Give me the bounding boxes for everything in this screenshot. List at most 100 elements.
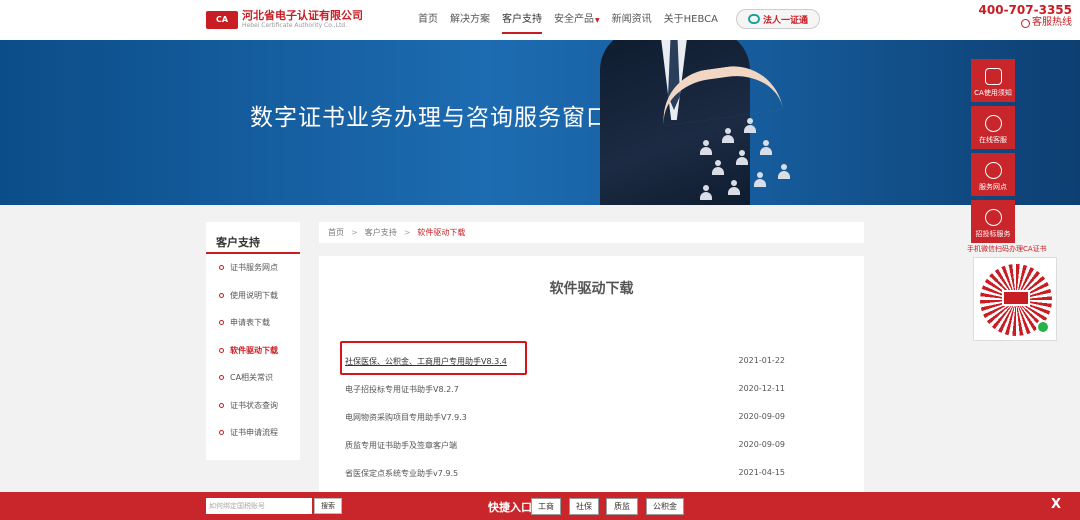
headset-icon [984, 115, 1002, 132]
download-link[interactable]: 电子招投标专用证书助手V8.2.7 [345, 384, 459, 398]
download-panel: 软件驱动下载 社保医保、公积金、工商用户专用助手V8.3.4 2021-01-2… [319, 256, 864, 496]
person-icon [712, 160, 724, 176]
breadcrumb-support[interactable]: 客户支持 [365, 227, 397, 238]
nav-about[interactable]: 关于HEBCA [664, 12, 718, 28]
download-link[interactable]: 质监专用证书助手及签章客户端 [345, 440, 457, 454]
sidebar-item-label: CA相关常识 [230, 373, 274, 383]
download-row: 电子招投标专用证书助手V8.2.7 2020-12-11 [345, 384, 785, 398]
bullet-icon [219, 265, 224, 271]
wechat-icon [1036, 320, 1050, 334]
float-item-label: 招投标服务 [975, 230, 1011, 238]
nav-security-products[interactable]: 安全产品▼ [554, 12, 600, 29]
support-sidebar: 客户支持 证书服务网点 使用说明下载 申请表下载 软件驱动下载 CA相关常识 证… [206, 222, 300, 460]
bottom-quick-bar: 搜索 快捷入口 工商 社保 质监 公积金 X [0, 492, 1080, 520]
link-icon [747, 14, 760, 24]
person-icon [736, 150, 748, 166]
person-icon [744, 118, 756, 134]
person-icon [700, 140, 712, 156]
sidebar-title: 客户支持 [206, 222, 300, 254]
sidebar-item-label: 证书申请流程 [230, 428, 278, 438]
float-online-service[interactable]: 在线客服 [971, 106, 1015, 149]
download-date: 2021-04-15 [738, 468, 786, 477]
company-logo[interactable]: CA 河北省电子认证有限公司 Hebei Certificate Authori… [206, 9, 363, 30]
bullet-icon [219, 375, 224, 381]
nav-home[interactable]: 首页 [418, 12, 438, 28]
person-icon [754, 172, 766, 188]
hotline-label-row: 客服热线 [979, 17, 1072, 29]
sidebar-item-label: 软件驱动下载 [230, 345, 278, 355]
breadcrumb-separator: > [403, 228, 411, 237]
quick-link-housing-fund[interactable]: 公积金 [646, 498, 684, 515]
legal-person-cert-label: 法人一证通 [762, 15, 808, 26]
download-row: 社保医保、公积金、工商用户专用助手V8.3.4 2021-01-22 [345, 356, 785, 370]
logo-name-en: Hebei Certificate Authority Co.,Ltd. [242, 22, 348, 29]
nav-support[interactable]: 客户支持 [502, 12, 542, 34]
hotline-label: 客服热线 [1032, 17, 1072, 28]
person-icon [722, 128, 734, 144]
notice-icon [984, 68, 1002, 85]
location-pin-icon [984, 162, 1002, 179]
sidebar-item-label: 使用说明下载 [230, 290, 278, 300]
download-date: 2020-12-11 [738, 384, 786, 393]
target-icon [984, 209, 1002, 226]
sidebar-item-manual-download[interactable]: 使用说明下载 [206, 282, 300, 310]
nav-news[interactable]: 新闻资讯 [612, 12, 652, 28]
sidebar-item-apply-process[interactable]: 证书申请流程 [206, 419, 300, 447]
quick-link-business[interactable]: 工商 [531, 498, 561, 515]
sidebar-item-forms-download[interactable]: 申请表下载 [206, 309, 300, 337]
page-title: 软件驱动下载 [549, 281, 634, 297]
caret-down-icon: ▼ [595, 16, 600, 24]
page: CA 河北省电子认证有限公司 Hebei Certificate Authori… [0, 0, 1080, 520]
download-link[interactable]: 省医保定点系统专业助手v7.9.5 [345, 468, 458, 482]
float-item-label: 在线客服 [979, 136, 1007, 144]
sidebar-item-label: 证书状态查询 [230, 400, 278, 410]
bullet-icon [219, 430, 224, 436]
download-date: 2021-01-22 [738, 356, 786, 365]
bullet-icon [219, 320, 224, 326]
quick-link-quality-supervision[interactable]: 质监 [606, 498, 638, 515]
float-item-label: 服务网点 [979, 183, 1007, 191]
logo-name-cn: 河北省电子认证有限公司 [242, 9, 363, 22]
float-service-outlets[interactable]: 服务网点 [971, 153, 1015, 196]
person-icon [728, 180, 740, 196]
main-nav: 首页 解决方案 客户支持 安全产品▼ 新闻资讯 关于HEBCA [418, 0, 730, 40]
sidebar-item-label: 证书服务网点 [230, 263, 278, 273]
float-bidding-service[interactable]: 招投标服务 [971, 200, 1015, 243]
logo-text: 河北省电子认证有限公司 Hebei Certificate Authority … [242, 9, 363, 30]
sidebar-item-cert-status[interactable]: 证书状态查询 [206, 392, 300, 420]
breadcrumb-current: 软件驱动下载 [417, 228, 466, 237]
bullet-icon [219, 347, 224, 353]
person-icon [760, 140, 772, 156]
download-row: 省医保定点系统专业助手v7.9.5 2021-04-15 [345, 468, 785, 482]
breadcrumb-separator: > [351, 228, 358, 237]
download-row: 电网物资采购项目专用助手V7.9.3 2020-09-09 [345, 412, 785, 426]
nav-security-products-label: 安全产品 [554, 13, 594, 25]
sidebar-item-driver-download[interactable]: 软件驱动下载 [206, 337, 300, 365]
search-input[interactable] [206, 498, 312, 514]
right-float-bar: CA使用须知 在线客服 服务网点 招投标服务 [971, 59, 1015, 247]
download-link[interactable]: 社保医保、公积金、工商用户专用助手V8.3.4 [345, 356, 507, 370]
download-link[interactable]: 电网物资采购项目专用助手V7.9.3 [345, 412, 467, 426]
qr-logo [1002, 290, 1030, 306]
person-icon [778, 164, 790, 180]
wechat-qr-code [973, 257, 1057, 341]
phone-icon [1021, 18, 1030, 28]
top-header: CA 河北省电子认证有限公司 Hebei Certificate Authori… [0, 0, 1080, 40]
quick-link-social-security[interactable]: 社保 [569, 498, 599, 515]
person-icon [700, 185, 712, 201]
sidebar-item-ca-knowledge[interactable]: CA相关常识 [206, 364, 300, 392]
float-item-label: CA使用须知 [974, 89, 1012, 97]
download-date: 2020-09-09 [738, 440, 786, 449]
hotline: 400-707-3355 客服热线 [979, 3, 1072, 29]
legal-person-cert-button[interactable]: 法人一证通 [736, 9, 820, 29]
search-button[interactable]: 搜索 [314, 498, 342, 514]
nav-solutions[interactable]: 解决方案 [450, 12, 490, 28]
float-ca-notice[interactable]: CA使用须知 [971, 59, 1015, 102]
sidebar-item-service-outlets[interactable]: 证书服务网点 [206, 254, 300, 282]
close-icon[interactable]: X [1051, 497, 1061, 512]
qr-caption: 手机微信扫码办理CA证书 [967, 245, 1047, 253]
breadcrumb-home[interactable]: 首页 [328, 227, 344, 238]
banner-title: 数字证书业务办理与咨询服务窗口 [250, 105, 610, 131]
logo-mark: CA [206, 10, 238, 29]
download-date: 2020-09-09 [738, 412, 786, 421]
